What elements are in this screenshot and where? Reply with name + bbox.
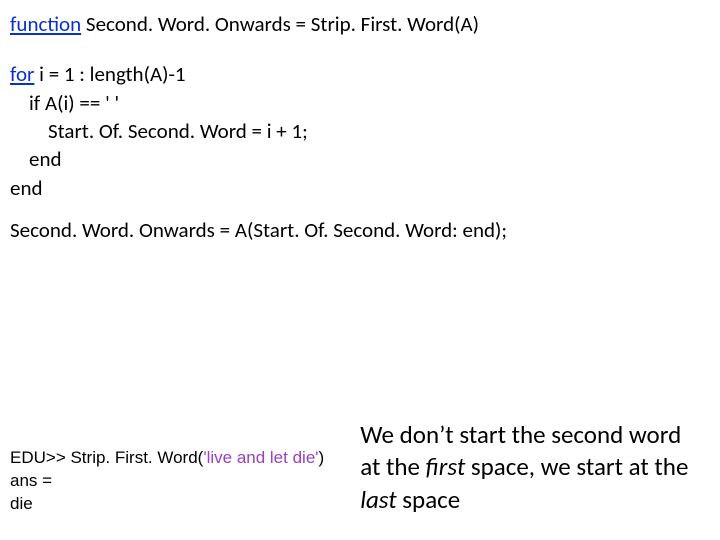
- assign-line: Start. Of. Second. Word = i + 1;: [10, 117, 706, 145]
- repl-command: EDU>> Strip. First. Word('live and let d…: [10, 447, 324, 470]
- repl-suffix: ): [319, 448, 325, 467]
- bottom-row: EDU>> Strip. First. Word('live and let d…: [10, 419, 706, 517]
- keyword-function: function: [10, 11, 81, 37]
- result-line: Second. Word. Onwards = A(Start. Of. Sec…: [10, 216, 706, 244]
- end-inner: end: [10, 145, 706, 173]
- comment-part-3: space: [397, 484, 461, 515]
- comment-em-first: first: [426, 451, 466, 482]
- slide: function Second. Word. Onwards = Strip. …: [0, 0, 720, 540]
- explanation-text: We don’t start the second word at the fi…: [360, 419, 706, 517]
- blank-line: [10, 38, 706, 60]
- repl-block: EDU>> Strip. First. Word('live and let d…: [10, 447, 324, 516]
- repl-ans-value: die: [10, 493, 324, 516]
- repl-prefix: EDU>> Strip. First. Word(: [10, 448, 203, 467]
- repl-ans-label: ans =: [10, 470, 324, 493]
- repl-arg: 'live and let die': [203, 448, 318, 467]
- code-block: function Second. Word. Onwards = Strip. …: [10, 10, 706, 244]
- comment-em-last: last: [360, 484, 396, 515]
- for-rest: i = 1 : length(A)-1: [34, 61, 185, 87]
- function-sig-text: Second. Word. Onwards = Strip. First. Wo…: [81, 11, 479, 37]
- comment-part-2: space, we start at the: [465, 451, 688, 482]
- function-signature: function Second. Word. Onwards = Strip. …: [10, 10, 706, 38]
- keyword-for: for: [10, 61, 34, 87]
- blank-line: [10, 202, 706, 216]
- end-outer: end: [10, 174, 706, 202]
- if-line: if A(i) == ' ': [10, 89, 706, 117]
- for-line: for i = 1 : length(A)-1: [10, 60, 706, 88]
